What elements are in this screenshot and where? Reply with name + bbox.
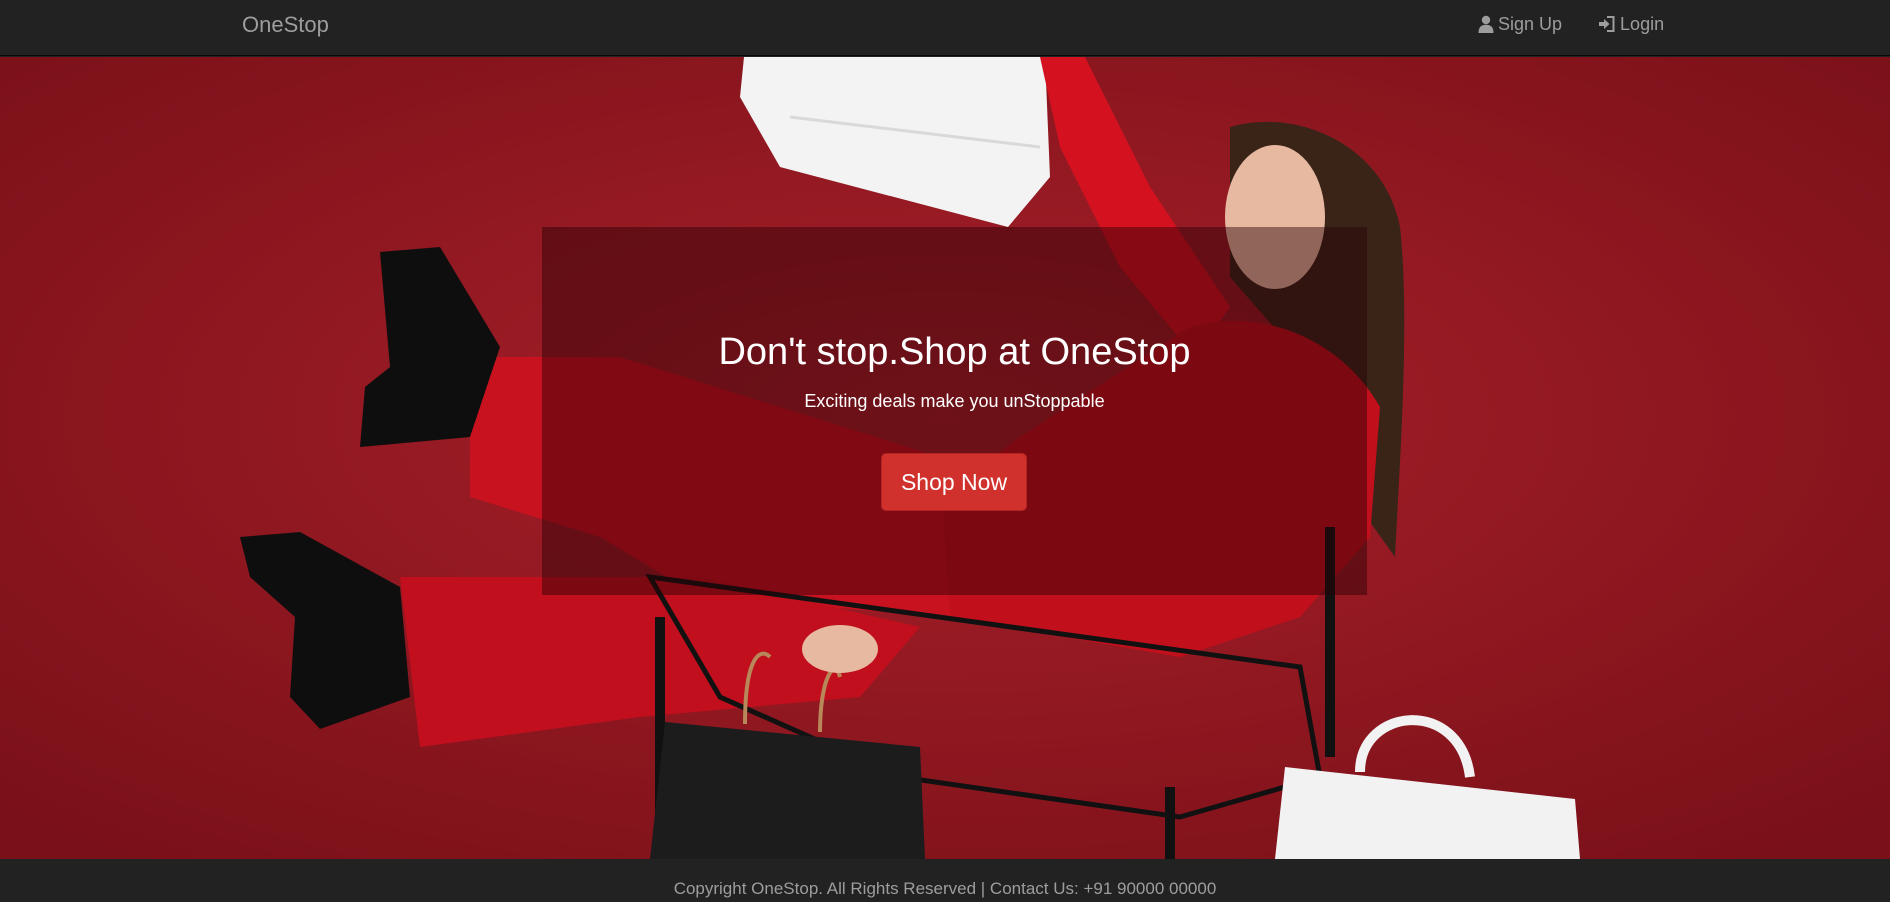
hero-banner: Don't stop.Shop at OneStop Exciting deal… (0, 57, 1890, 859)
sign-up-link[interactable]: Sign Up (1478, 12, 1562, 36)
login-label: Login (1620, 13, 1665, 34)
hero-text-overlay: Don't stop.Shop at OneStop Exciting deal… (542, 227, 1367, 595)
top-navbar: OneStop Sign Up Login (0, 0, 1890, 56)
sign-up-label: Sign Up (1498, 13, 1563, 34)
hero-headline: Don't stop.Shop at OneStop (718, 331, 1191, 373)
login-link[interactable]: Login (1598, 12, 1664, 36)
brand-logo-link[interactable]: OneStop (242, 12, 329, 38)
hero-tagline: Exciting deals make you unStoppable (804, 391, 1105, 411)
footer-copyright-text: Copyright OneStop. All Rights Reserved |… (673, 879, 1217, 898)
nav-links: Sign Up Login (1478, 12, 1664, 36)
shop-now-button[interactable]: Shop Now (881, 453, 1027, 511)
page-footer: Copyright OneStop. All Rights Reserved |… (0, 859, 1890, 902)
login-icon (1598, 15, 1616, 33)
user-icon (1478, 15, 1494, 33)
